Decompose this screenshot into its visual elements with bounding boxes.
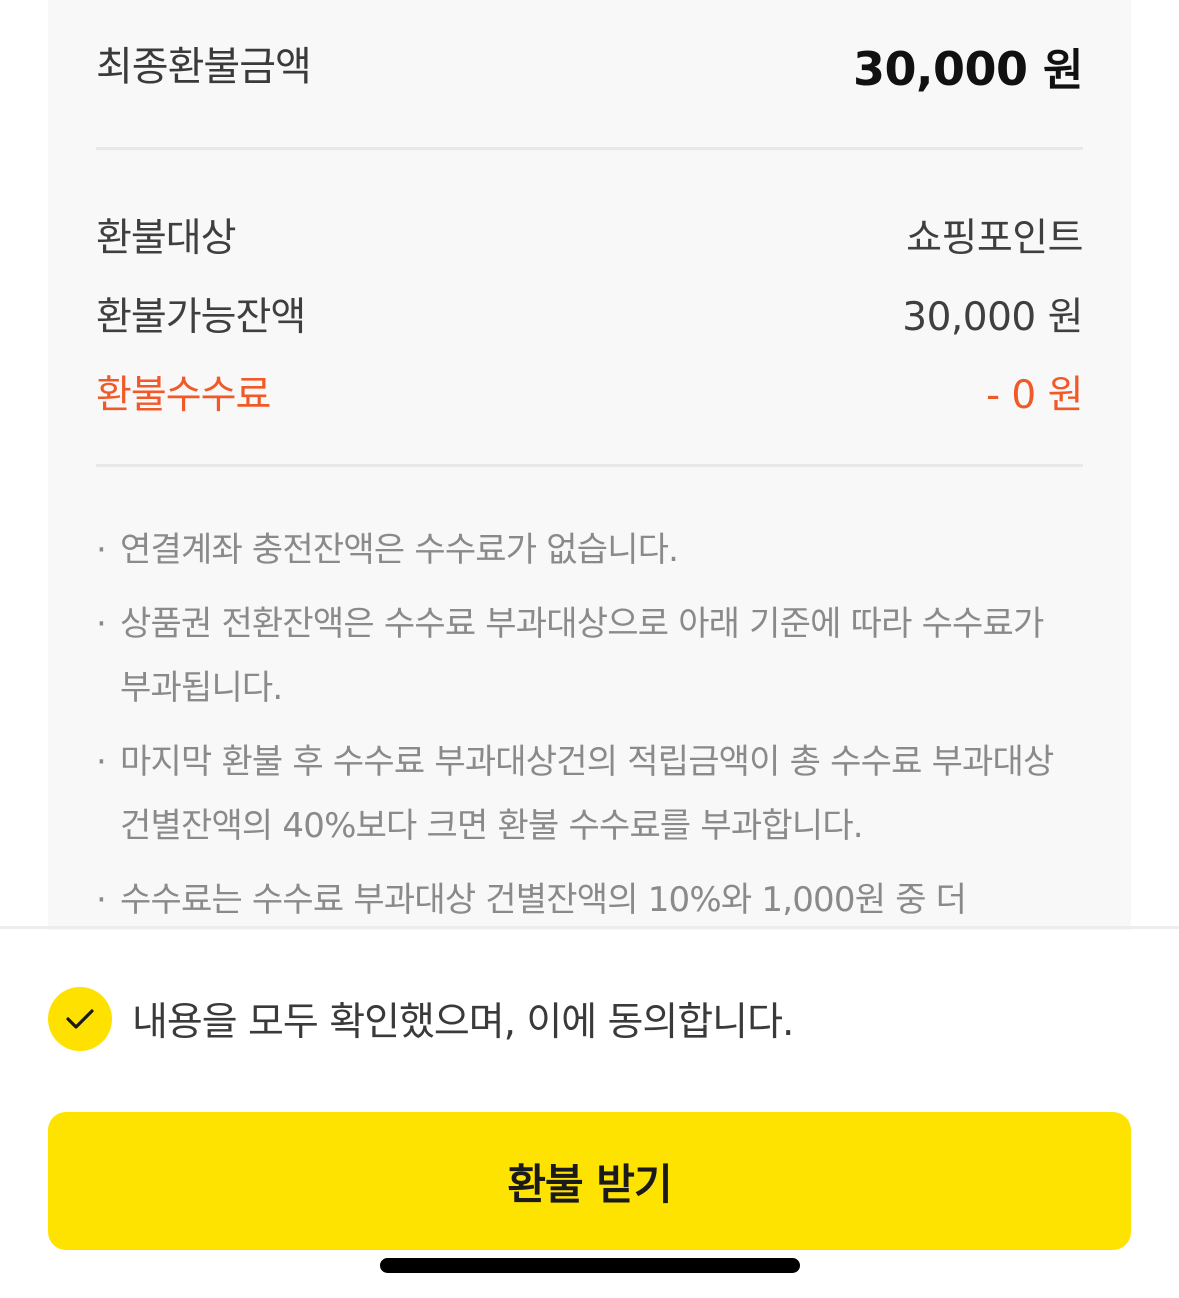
refund-button[interactable]: 환불 받기 <box>48 1112 1131 1250</box>
notice-text: 마지막 환불 후 수수료 부과대상건의 적립금액이 총 수수료 부과대상 건별잔… <box>120 742 1054 846</box>
notice-text: 연결계좌 충전잔액은 수수료가 없습니다. <box>120 530 679 570</box>
notice-bullet: · <box>96 880 107 920</box>
refund-summary-card: 최종환불금액 30,000 원 환불대상 쇼핑포인트 환불가능잔액 30,000… <box>48 0 1131 930</box>
final-refund-row: 최종환불금액 30,000 원 <box>96 28 1083 108</box>
agreement-text[interactable]: 내용을 모두 확인했으며, 이에 동의합니다. <box>132 991 794 1047</box>
notice-text: 수수료는 수수료 부과대상 건별잔액의 10%와 1,000원 중 더 <box>120 880 967 920</box>
final-refund-amount: 30,000 원 <box>852 34 1084 98</box>
summary-divider <box>96 147 1083 150</box>
refund-screen: 최종환불금액 30,000 원 환불대상 쇼핑포인트 환불가능잔액 30,000… <box>0 0 1179 1298</box>
refund-target-row: 환불대상 쇼핑포인트 <box>96 207 1083 267</box>
check-icon[interactable] <box>48 987 112 1051</box>
fee-notice-list: · 연결계좌 충전잔액은 수수료가 없습니다. · 상품권 전환잔액은 수수료 부과… <box>96 518 1083 930</box>
notice-item: · 상품권 전환잔액은 수수료 부과대상으로 아래 기준에 따라 수수료가 부과됩… <box>96 592 1083 720</box>
refundable-balance-row: 환불가능잔액 30,000 원 <box>96 286 1083 346</box>
refund-target-value: 쇼핑포인트 <box>906 216 1083 261</box>
refundable-balance-label: 환불가능잔액 <box>96 295 306 340</box>
notice-item: · 연결계좌 충전잔액은 수수료가 없습니다. <box>96 518 1083 582</box>
notice-bullet: · <box>96 742 107 782</box>
home-indicator <box>380 1258 800 1273</box>
refund-fee-value: - 0 원 <box>985 373 1084 418</box>
refund-target-label: 환불대상 <box>96 216 237 261</box>
refundable-balance-value: 30,000 원 <box>902 295 1083 340</box>
refund-fee-label: 환불수수료 <box>96 373 271 418</box>
final-refund-number: 30,000 <box>852 42 1028 96</box>
notice-item: · 수수료는 수수료 부과대상 건별잔액의 10%와 1,000원 중 더 <box>96 868 1083 930</box>
details-divider <box>96 464 1083 467</box>
notice-bullet: · <box>96 530 107 570</box>
notice-text: 상품권 전환잔액은 수수료 부과대상으로 아래 기준에 따라 수수료가 부과됩니… <box>120 604 1044 708</box>
final-refund-unit: 원 <box>1043 45 1083 96</box>
agreement-checkbox[interactable]: 내용을 모두 확인했으며, 이에 동의합니다. <box>48 986 794 1052</box>
notice-item: · 마지막 환불 후 수수료 부과대상건의 적립금액이 총 수수료 부과대상 건별… <box>96 730 1083 858</box>
final-refund-label: 최종환불금액 <box>96 44 312 90</box>
refund-fee-row: 환불수수료 - 0 원 <box>96 364 1084 424</box>
notice-bullet: · <box>96 604 107 644</box>
bottom-sheet-divider <box>0 926 1179 929</box>
